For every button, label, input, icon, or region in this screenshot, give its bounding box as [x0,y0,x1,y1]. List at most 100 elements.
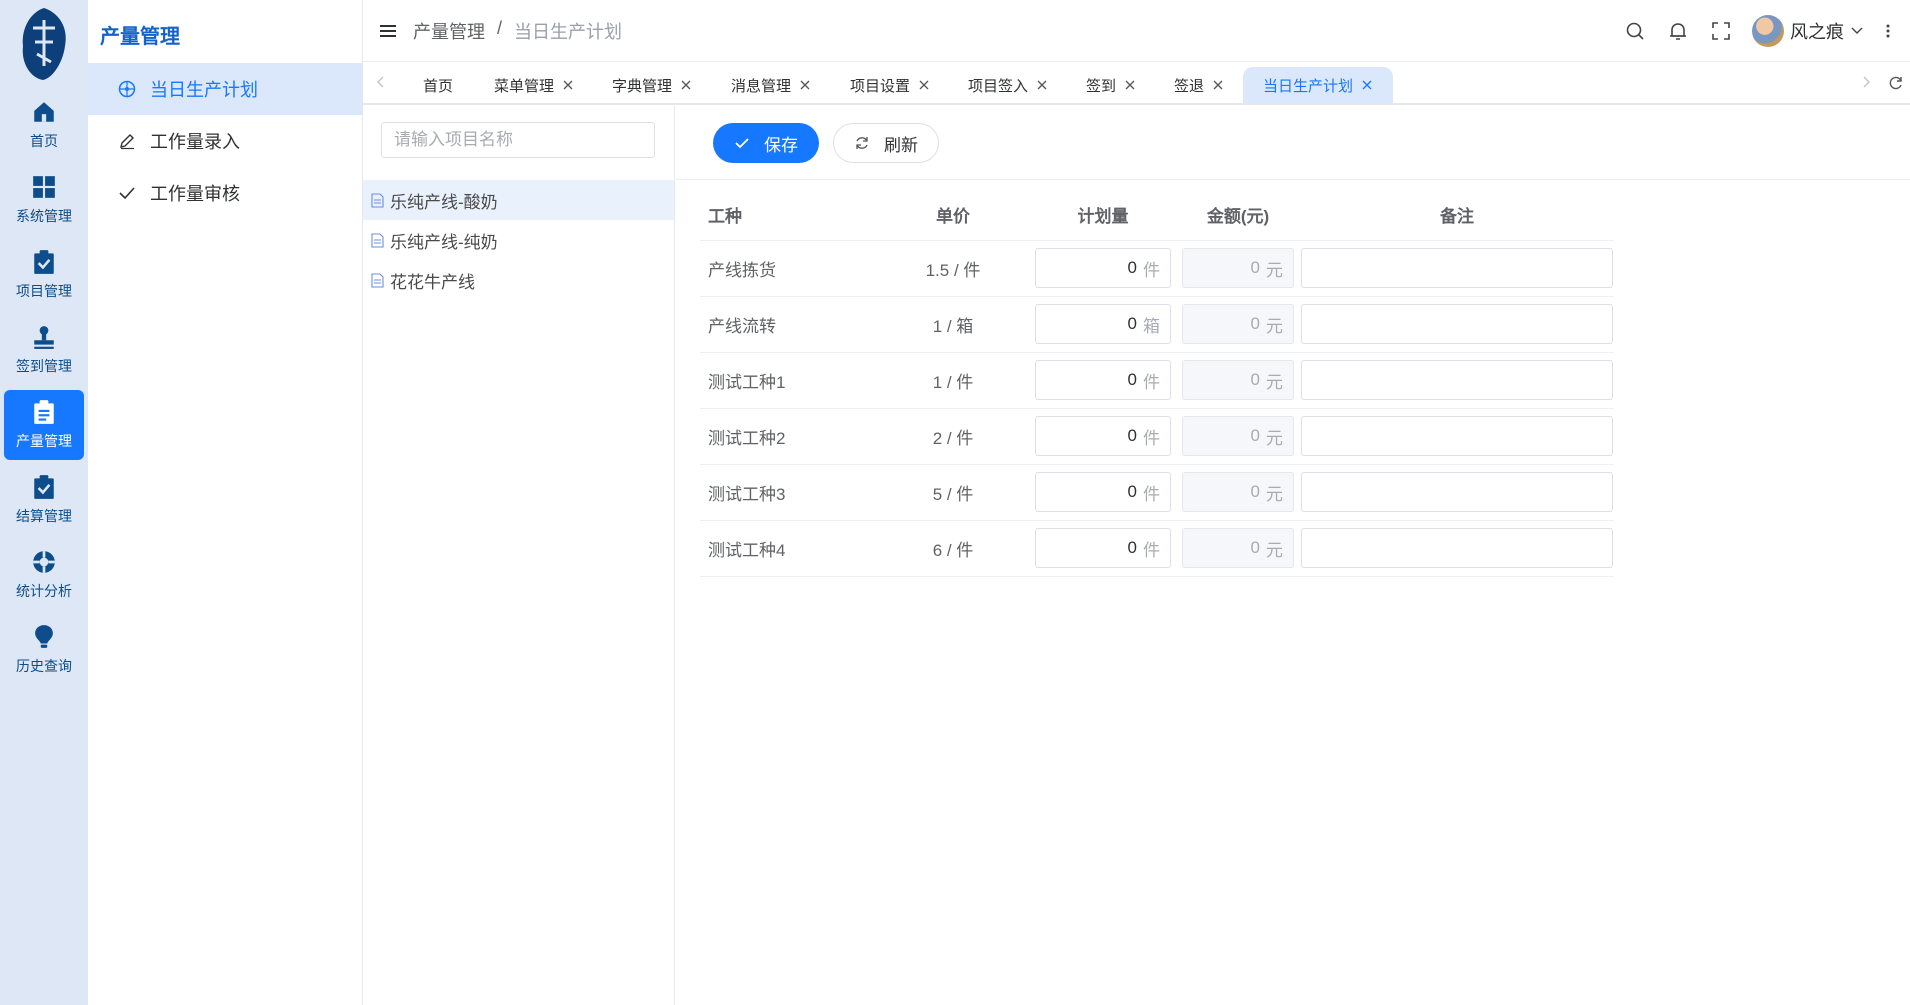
note-input[interactable] [1301,472,1613,512]
tree-item[interactable]: 乐纯产线-酸奶 [363,180,674,220]
rail-item-home[interactable]: 首页 [4,90,84,160]
rail-item-signin[interactable]: 签到管理 [4,315,84,385]
cell-price: 6 / 件 [876,520,1030,577]
plan-quantity-input[interactable]: 0箱 [1035,304,1171,344]
tab-dictionary-management[interactable]: 字典管理 [612,67,692,103]
rail-item-statistics[interactable]: 统计分析 [4,540,84,610]
close-icon[interactable] [918,79,930,91]
plan-value: 0 [1127,426,1137,445]
rail-item-label: 结算管理 [16,508,72,524]
cell-price: 1.5 / 件 [876,240,1030,297]
cell-amount: 0元 [1176,296,1300,353]
tab-home[interactable]: 首页 [423,67,453,103]
note-input[interactable] [1301,360,1613,400]
cell-plan: 0件 [1030,408,1176,465]
cell-amount: 0元 [1176,352,1300,409]
cell-plan: 0件 [1030,240,1176,297]
amount-field: 0元 [1182,248,1294,288]
amount-value: 0 [1250,258,1260,277]
submenu: 产量管理 当日生产计划 工作量录入 工作量审核 [88,0,363,1005]
cell-price: 2 / 件 [876,408,1030,465]
rail-item-history[interactable]: 历史查询 [4,615,84,685]
submenu-item-daily-plan[interactable]: 当日生产计划 [88,63,362,115]
cell-plan: 0件 [1030,352,1176,409]
amount-value: 0 [1250,314,1260,333]
lifebuoy-icon [33,551,55,573]
refresh-button[interactable]: 刷新 [833,123,939,163]
top-header: 产量管理 / 当日生产计划 风之痕 [363,0,1910,62]
amount-unit: 元 [1266,540,1283,560]
rail-item-project[interactable]: 项目管理 [4,240,84,310]
fullscreen-icon[interactable] [1710,20,1732,42]
close-icon[interactable] [1124,79,1136,91]
close-icon[interactable] [1036,79,1048,91]
rail-item-system[interactable]: 系统管理 [4,165,84,235]
check-icon [119,187,135,200]
tree-item[interactable]: 乐纯产线-纯奶 [363,220,674,260]
avatar[interactable] [1752,15,1784,47]
tab-daily-production-plan[interactable]: 当日生产计划 [1243,67,1394,103]
hamburger-menu-icon[interactable] [379,22,397,40]
more-vertical-icon[interactable] [1878,21,1898,41]
clipboard-check-icon [34,475,54,499]
note-input[interactable] [1301,248,1613,288]
chevron-left-icon[interactable] [373,74,389,90]
table-row: 测试工种1 1 / 件 0件 0元 [700,352,1614,409]
save-button-label: 保存 [764,135,798,155]
close-icon[interactable] [1212,79,1224,91]
main-content: 保存 刷新 工种 单价 计划量 金额(元) 备注 产线拣货 1.5 / 件 0件… [676,106,1910,1005]
rail-item-label: 项目管理 [16,283,72,299]
plan-value: 0 [1127,538,1137,557]
logo-icon [22,8,66,80]
close-icon[interactable] [799,79,811,91]
tab-project-settings[interactable]: 项目设置 [850,67,930,103]
close-icon[interactable] [1361,79,1373,91]
note-input[interactable] [1301,304,1613,344]
project-tree-panel: 乐纯产线-酸奶 乐纯产线-纯奶 花花牛产线 [363,106,675,1005]
tab-sign-in[interactable]: 签到 [1086,67,1136,103]
close-icon[interactable] [562,79,574,91]
check-icon [735,138,749,149]
table-row: 产线拣货 1.5 / 件 0件 0元 [700,240,1614,297]
tab-message-management[interactable]: 消息管理 [731,67,811,103]
plan-quantity-input[interactable]: 0件 [1035,360,1171,400]
amount-unit: 元 [1266,484,1283,504]
search-icon[interactable] [1624,20,1646,42]
column-header-plan: 计划量 [1030,190,1176,241]
note-input[interactable] [1301,416,1613,456]
submenu-item-workload-entry[interactable]: 工作量录入 [88,115,362,167]
tab-project-checkin[interactable]: 项目签入 [968,67,1048,103]
project-search-input[interactable] [381,122,655,158]
tree-item[interactable]: 花花牛产线 [363,260,674,300]
rail-item-settlement[interactable]: 结算管理 [4,465,84,535]
tab-label: 签退 [1174,77,1205,95]
refresh-icon [856,137,868,149]
chevron-right-icon[interactable] [1858,74,1874,90]
bell-icon[interactable] [1667,20,1689,42]
header-actions: 风之痕 [1603,0,1910,62]
plan-quantity-input[interactable]: 0件 [1035,472,1171,512]
cell-note [1300,408,1614,465]
submenu-item-workload-review[interactable]: 工作量审核 [88,167,362,219]
cell-note [1300,240,1614,297]
tab-menu-management[interactable]: 菜单管理 [494,67,574,103]
document-icon [371,232,384,248]
username[interactable]: 风之痕 [1790,18,1844,44]
close-icon[interactable] [680,79,692,91]
cell-amount: 0元 [1176,464,1300,521]
plan-quantity-input[interactable]: 0件 [1035,248,1171,288]
rail-item-output[interactable]: 产量管理 [4,390,84,460]
plan-unit: 件 [1143,428,1160,448]
save-button[interactable]: 保存 [713,123,819,163]
amount-unit: 元 [1266,316,1283,336]
tab-sign-out[interactable]: 签退 [1174,67,1224,103]
chevron-down-icon[interactable] [1850,24,1864,38]
clipboard-list-icon [34,400,54,424]
refresh-icon[interactable] [1888,75,1904,91]
cell-type: 产线拣货 [700,240,876,297]
plan-quantity-input[interactable]: 0件 [1035,528,1171,568]
plan-quantity-input[interactable]: 0件 [1035,416,1171,456]
breadcrumb-item[interactable]: 产量管理 [413,18,485,44]
rail-item-label: 历史查询 [16,658,72,674]
note-input[interactable] [1301,528,1613,568]
